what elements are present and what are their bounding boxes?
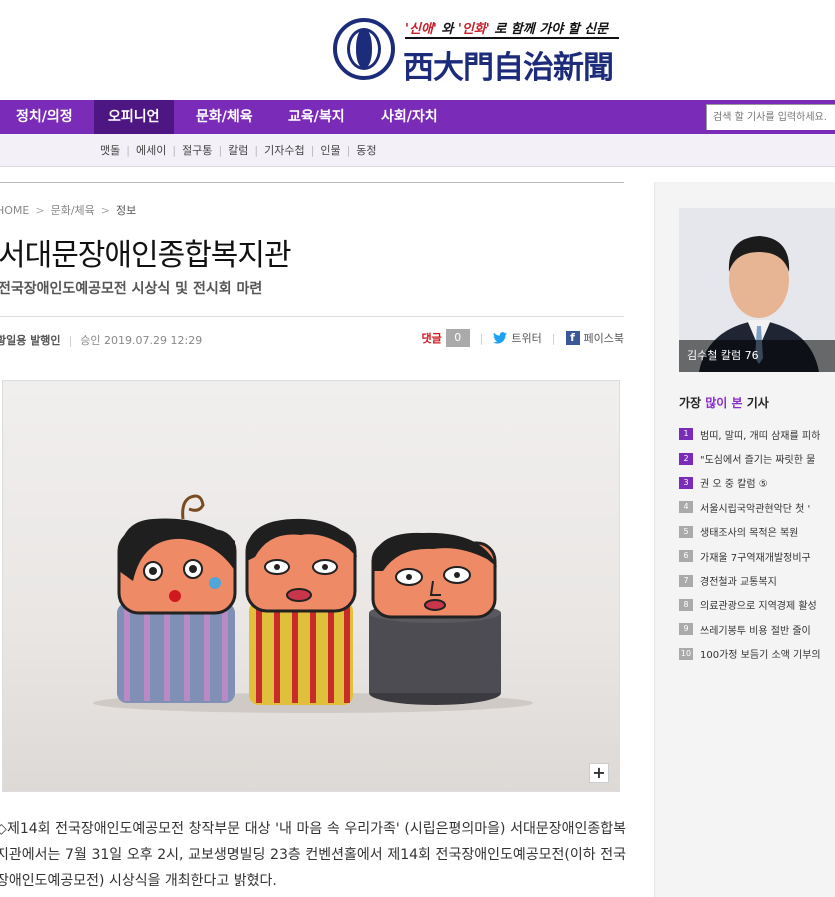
subnav-item-jeolgutong[interactable]: 절구통 [182,144,212,157]
nav-item-opinion[interactable]: 오피니언 [94,100,174,134]
photo-zoom-button[interactable]: + [589,763,609,783]
subnav-item-essay[interactable]: 에세이 [136,144,166,157]
nav-item-society[interactable]: 사회/자치 [381,100,438,134]
approved-time: 2019.07.29 12:29 [104,334,203,347]
logo-emblem-icon [333,18,395,80]
list-item[interactable]: 1 범띠, 말띠, 개띠 삼재를 피하 [679,422,835,446]
breadcrumb-section[interactable]: 문화/체육 [51,204,95,217]
search-box [706,104,835,130]
subnav-item-reporter-note[interactable]: 기자수첩 [264,144,304,157]
search-input[interactable] [707,105,835,130]
subnav-item-maetdol[interactable]: 맷돌 [100,144,120,157]
popular-articles-list: 1 범띠, 말띠, 개띠 삼재를 피하 2 "도심에서 즐기는 짜릿한 물 3권 오… [679,422,835,666]
facebook-icon[interactable]: f [565,331,580,345]
author-name[interactable]: 황일용 발행인 [0,334,61,347]
list-item[interactable]: 4 서울시립국악관현악단 첫 ' [679,495,835,519]
comment-count-badge[interactable]: 0 [445,329,470,347]
list-item[interactable]: 6 가재울 7구역재개발정비구 [679,544,835,568]
facebook-share-label[interactable]: 페이스북 [584,330,624,346]
logo-underline [405,37,619,39]
breadcrumb: HOME > 문화/체육 > 정보 [0,202,136,218]
subnav-item-news[interactable]: 동정 [356,144,376,157]
breadcrumb-home[interactable]: HOME [0,204,29,217]
list-item[interactable]: 5 생태조사의 목적은 복원 [679,520,835,544]
twitter-share-label[interactable]: 트위터 [511,330,541,346]
article-byline: 황일용 발행인 | 승인 2019.07.29 12:29 [0,332,202,348]
article-body: ◇제14회 전국장애인도예공모전 창작부문 대상 '내 마음 속 우리가족' (… [0,821,626,889]
nav-item-education[interactable]: 교육/복지 [288,100,345,134]
logo-title: 西大門自治新聞 [403,50,614,86]
breadcrumb-current[interactable]: 정보 [116,204,136,217]
site-header: '신애' 와 '인화' 로 함께 가야 할 신문 西大門自治新聞 [0,0,835,100]
column-feature[interactable]: 김수철 칼럼 76 [679,208,835,372]
list-item[interactable]: 2 "도심에서 즐기는 짜릿한 물 [679,446,835,470]
popular-articles-title: 가장 많이 본 기사 [679,396,769,410]
comment-label[interactable]: 댓글 [421,330,441,346]
approved-label: 승인 [80,334,101,347]
column-caption: 김수철 칼럼 76 [679,340,835,372]
nav-item-politics[interactable]: 정치/의정 [16,100,73,134]
subnav-item-column[interactable]: 칼럼 [228,144,248,157]
nav-item-culture[interactable]: 문화/체육 [196,100,253,134]
article-divider [0,316,624,317]
article-subheadline: 전국장애인도예공모전 시상식 및 전시회 마련 [0,281,263,297]
article-top-divider [0,182,624,183]
list-item[interactable]: 9 쓰레기봉투 비용 절반 줄이 [679,617,835,641]
subnav-item-people[interactable]: 인물 [320,144,340,157]
logo-tagline: '신애' 와 '인화' 로 함께 가야 할 신문 [405,22,609,37]
twitter-icon[interactable] [493,332,508,344]
list-item[interactable]: 10 100가정 보듬기 소액 기부의 [679,642,835,666]
article-photo[interactable]: + [2,380,620,792]
list-item[interactable]: 7 경전철과 교통복지 [679,568,835,592]
list-item[interactable]: 8 의료관광으로 지역경제 활성 [679,593,835,617]
article-headline: 서대문장애인종합복지관 [0,238,292,273]
sub-nav: 맷돌 | 에세이 | 절구통 | 칼럼 | 기자수첩 | 인물 | 동정 [0,134,835,167]
site-logo[interactable]: '신애' 와 '인화' 로 함께 가야 할 신문 西大門自治新聞 [333,14,623,86]
ceramic-family-figures-image [93,494,533,713]
right-sidebar: 김수철 칼럼 76 가장 많이 본 기사 1 범띠, 말띠, 개띠 삼재를 피하 … [654,182,835,897]
list-item[interactable]: 3권 오 중 칼럼 ⑤ [679,471,835,495]
share-bar: 댓글 0 | 트위터 | f 페이스북 [421,329,624,347]
